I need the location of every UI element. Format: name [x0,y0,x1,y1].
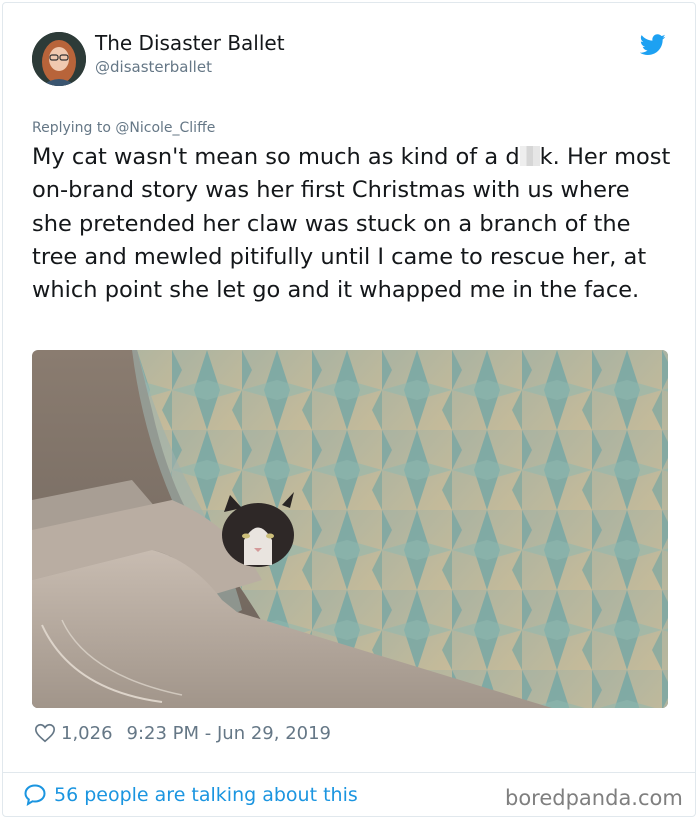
tweet-timestamp[interactable]: 9:23 PM - Jun 29, 2019 [127,723,331,744]
user-avatar-icon [32,32,86,86]
heart-icon[interactable] [34,722,56,744]
censor-blur [519,146,540,166]
tweet-text-start: My cat wasn't mean so much as kind of a … [32,144,520,170]
avatar[interactable] [32,32,86,86]
reply-mention-link[interactable]: @Nicole_Cliffe [115,120,215,136]
replying-to-label: Replying to [32,120,116,136]
user-handle[interactable]: @disasterballet [95,58,212,76]
replying-to: Replying to @Nicole_Cliffe [32,120,215,136]
watermark: boredpanda.com [505,786,683,810]
cat-in-bathtub-photo-icon [32,350,668,708]
twitter-bird-icon[interactable] [640,34,666,56]
display-name[interactable]: The Disaster Ballet [95,31,285,55]
like-count: 1,026 [61,722,113,744]
tweet-text: My cat wasn't mean so much as kind of a … [32,141,672,307]
tweet-photo[interactable] [32,350,668,708]
likes: 1,026 9:23 PM - Jun 29, 2019 [34,721,331,745]
talking-label: 56 people are talking about this [54,784,358,806]
speech-bubble-icon [24,784,46,806]
conversation-link[interactable]: 56 people are talking about this [23,783,358,807]
divider [2,772,696,773]
